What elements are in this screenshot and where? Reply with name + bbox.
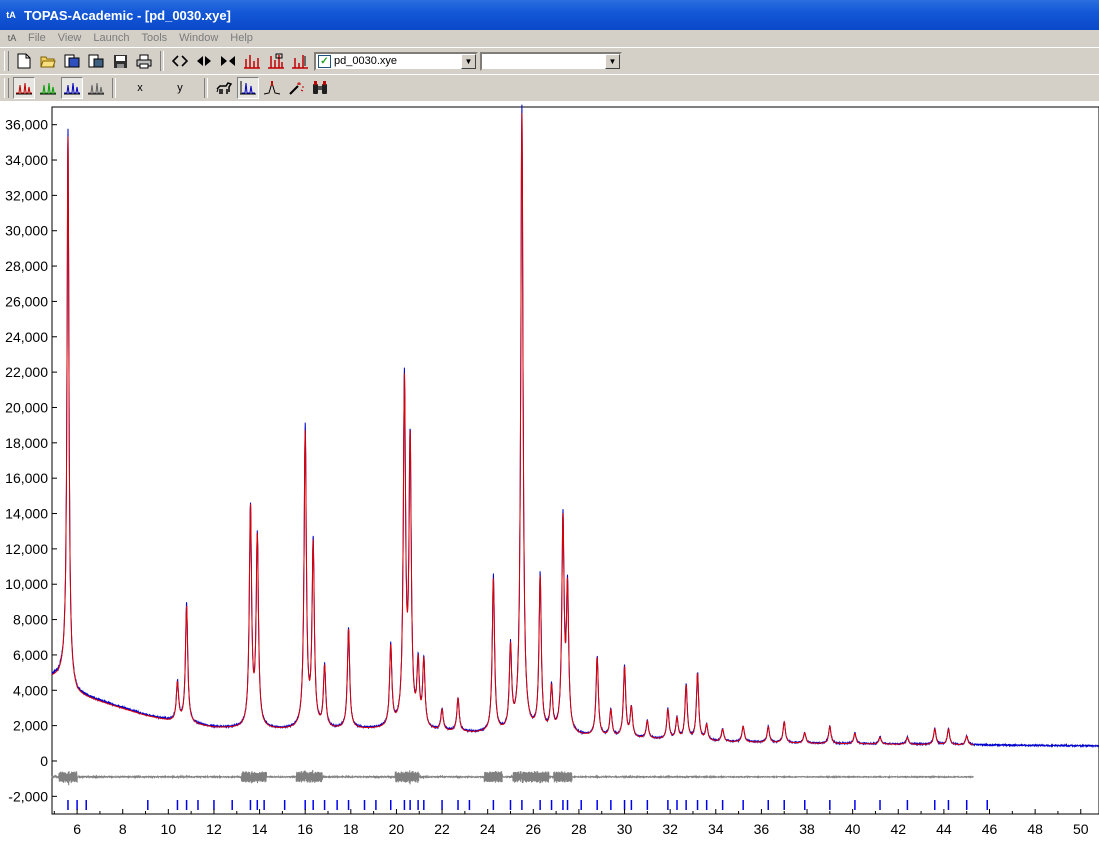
menu-file[interactable]: File bbox=[22, 30, 52, 46]
file-select-value: pd_0030.xye bbox=[334, 55, 397, 67]
y-tick-label: -2,000 bbox=[8, 788, 48, 804]
pattern-plot[interactable]: -2,000 0 2,000 4,000 6,000 8,000 10,000 12,000 1… bbox=[0, 101, 1099, 846]
y-tick-label: 32,000 bbox=[5, 187, 48, 203]
x-tick-label: 22 bbox=[434, 821, 450, 837]
y-tick-label: 18,000 bbox=[5, 435, 48, 451]
peaks-tag-icon[interactable] bbox=[265, 50, 287, 72]
menu-bar: tA File View Launch Tools Window Help bbox=[0, 30, 1099, 46]
open-xdd-icon[interactable] bbox=[85, 50, 107, 72]
y-tick-label: 12,000 bbox=[5, 541, 48, 557]
y-tick-label: 24,000 bbox=[5, 329, 48, 345]
x-tick-label: 42 bbox=[890, 821, 906, 837]
toolbar-grip[interactable] bbox=[4, 78, 9, 98]
y-tick-label: 14,000 bbox=[5, 506, 48, 522]
x-tick-label: 12 bbox=[206, 821, 222, 837]
y-tick-label: 4,000 bbox=[13, 682, 48, 698]
y-tick-label: 8,000 bbox=[13, 612, 48, 628]
y-tick-label: 30,000 bbox=[5, 223, 48, 239]
phase-select[interactable]: ▼ bbox=[480, 51, 622, 71]
menu-view[interactable]: View bbox=[52, 30, 88, 46]
title-bar: tA TOPAS-Academic - [pd_0030.xye] bbox=[0, 0, 1099, 30]
x-tick-label: 10 bbox=[161, 821, 177, 837]
x-tick-label: 16 bbox=[297, 821, 313, 837]
menu-window[interactable]: Window bbox=[173, 30, 224, 46]
wand-icon[interactable] bbox=[285, 77, 307, 99]
scroll-icon[interactable] bbox=[193, 50, 215, 72]
document-system-icon[interactable]: tA bbox=[4, 31, 20, 45]
pattern-blue-icon[interactable] bbox=[61, 77, 83, 99]
topas-app-icon[interactable]: tA bbox=[4, 8, 18, 22]
y-tick-label: 22,000 bbox=[5, 364, 48, 380]
toolbar-grip[interactable] bbox=[4, 51, 9, 71]
x-tick-label: 14 bbox=[252, 821, 268, 837]
y-tick-label: 28,000 bbox=[5, 258, 48, 274]
x-tick-label: 28 bbox=[571, 821, 587, 837]
y-tick-label: 6,000 bbox=[13, 647, 48, 663]
main-toolbar: ✓ pd_0030.xye ▼ ▼ bbox=[0, 47, 1099, 75]
cursor-y-readout: y bbox=[177, 82, 183, 94]
plot-frame bbox=[51, 106, 1099, 815]
x-tick-label: 26 bbox=[526, 821, 542, 837]
x-tick-label: 18 bbox=[343, 821, 359, 837]
chevron-down-icon[interactable]: ▼ bbox=[605, 53, 620, 69]
x-tick-label: 48 bbox=[1027, 821, 1043, 837]
open-inp-icon[interactable] bbox=[61, 50, 83, 72]
x-tick-label: 38 bbox=[799, 821, 815, 837]
x-tick-label: 30 bbox=[617, 821, 633, 837]
horse-icon[interactable] bbox=[213, 77, 235, 99]
cursor-x-readout: x bbox=[137, 82, 143, 94]
menu-launch[interactable]: Launch bbox=[87, 30, 135, 46]
x-tick-label: 24 bbox=[480, 821, 496, 837]
diffraction-chart[interactable]: -2,000 0 2,000 4,000 6,000 8,000 10,000 12,000 1… bbox=[0, 101, 1099, 846]
menu-help[interactable]: Help bbox=[224, 30, 259, 46]
x-tick-label: 50 bbox=[1073, 821, 1089, 837]
peaks-fit-icon[interactable] bbox=[241, 50, 263, 72]
x-tick-label: 46 bbox=[982, 821, 998, 837]
x-tick-label: 8 bbox=[119, 821, 127, 837]
x-tick-label: 32 bbox=[662, 821, 678, 837]
scale-expand-icon[interactable] bbox=[169, 50, 191, 72]
y-tick-label: 36,000 bbox=[5, 117, 48, 133]
peaks-scale-icon[interactable] bbox=[289, 50, 311, 72]
print-icon[interactable] bbox=[133, 50, 155, 72]
y-tick-label: 16,000 bbox=[5, 470, 48, 486]
toolbar-separator bbox=[160, 51, 164, 71]
x-tick-label: 6 bbox=[73, 821, 81, 837]
y-tick-label: 2,000 bbox=[13, 718, 48, 734]
toolbar-separator bbox=[204, 78, 208, 98]
new-icon[interactable] bbox=[13, 50, 35, 72]
file-select[interactable]: ✓ pd_0030.xye ▼ bbox=[314, 51, 478, 71]
save-icon[interactable] bbox=[109, 50, 131, 72]
open-icon[interactable] bbox=[37, 50, 59, 72]
pattern-toolbar: x y bbox=[0, 74, 1099, 102]
fit-peaks-icon[interactable] bbox=[237, 77, 259, 99]
y-tick-label: 10,000 bbox=[5, 576, 48, 592]
y-tick-label: 26,000 bbox=[5, 293, 48, 309]
y-tick-label: 20,000 bbox=[5, 399, 48, 415]
binoculars-icon[interactable] bbox=[309, 77, 331, 99]
y-tick-label: 34,000 bbox=[5, 152, 48, 168]
pattern-gray-icon[interactable] bbox=[85, 77, 107, 99]
pattern-green-icon[interactable] bbox=[37, 77, 59, 99]
x-tick-label: 34 bbox=[708, 821, 724, 837]
scale-contract-icon[interactable] bbox=[217, 50, 239, 72]
chevron-down-icon[interactable]: ▼ bbox=[461, 53, 476, 69]
x-tick-label: 40 bbox=[845, 821, 861, 837]
toolbar-separator bbox=[112, 78, 116, 98]
peak-add-icon[interactable] bbox=[261, 77, 283, 99]
x-tick-label: 20 bbox=[389, 821, 405, 837]
window-title: TOPAS-Academic - [pd_0030.xye] bbox=[24, 7, 231, 23]
menu-tools[interactable]: Tools bbox=[135, 30, 173, 46]
x-tick-label: 44 bbox=[936, 821, 952, 837]
y-tick-label: 0 bbox=[40, 753, 48, 769]
file-visible-checkbox[interactable]: ✓ bbox=[318, 54, 331, 68]
x-tick-label: 36 bbox=[754, 821, 770, 837]
pattern-red-icon[interactable] bbox=[13, 77, 35, 99]
